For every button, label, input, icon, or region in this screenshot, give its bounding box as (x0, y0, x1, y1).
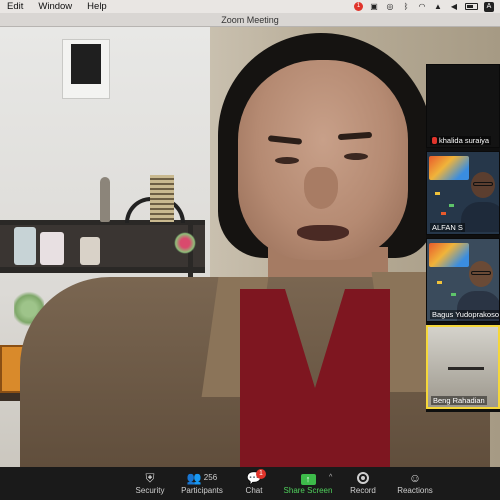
participant-tile[interactable]: ALFAN S (426, 151, 500, 235)
share-screen-label: Share Screen (283, 486, 333, 495)
share-arrow-icon: ↑ (300, 474, 316, 485)
zoom-icon[interactable]: ▣ (369, 2, 379, 11)
people-icon: 👥 (186, 471, 202, 485)
chat-unread-badge: 1 (256, 469, 266, 479)
record-button[interactable]: Record (347, 470, 379, 498)
reactions-label: Reactions (397, 486, 433, 495)
active-speaker-video[interactable] (0, 27, 500, 467)
participants-button[interactable]: 👥 256 Participants (178, 470, 226, 498)
record-icon (357, 472, 369, 484)
participant-tile[interactable]: khalida suraiya (426, 64, 500, 148)
participant-tile[interactable]: Bagus Yudoprakoso (426, 238, 500, 322)
menu-window[interactable]: Window (38, 1, 72, 12)
participant-name: khalida suraiya (439, 136, 490, 145)
mic-muted-icon (432, 137, 437, 144)
event-banner (429, 243, 469, 267)
participant-name: ALFAN S (430, 223, 465, 232)
chat-button[interactable]: 💬 1 Chat (240, 469, 268, 498)
meeting-toolbar: ⛨ Security 👥 256 Participants 💬 1 Chat ↑ … (0, 467, 500, 500)
event-banner (429, 156, 469, 180)
share-screen-button[interactable]: ↑ ^ Share Screen (282, 470, 334, 498)
battery-icon[interactable] (465, 3, 478, 10)
participant-name: Beng Rahadian (431, 396, 487, 405)
volume-icon[interactable]: ◀ (449, 2, 459, 11)
window-title: Zoom Meeting (0, 13, 500, 27)
book-stack (150, 175, 174, 222)
shield-icon: ⛨ (145, 471, 155, 485)
smiley-plus-icon: ☺ (408, 471, 422, 485)
record-label: Record (350, 486, 376, 495)
status-icons: 1 ▣ ◎ ᛒ ◠ ▲ ◀ A (354, 1, 500, 12)
menu-bar: Edit Window Help 1 ▣ ◎ ᛒ ◠ ▲ ◀ A (0, 0, 500, 13)
participants-label: Participants (181, 486, 223, 495)
chat-label: Chat (245, 486, 263, 495)
security-button[interactable]: ⛨ Security (133, 470, 167, 498)
bluetooth-icon[interactable]: ᛒ (401, 2, 411, 11)
security-label: Security (135, 486, 165, 495)
zoom-screen: Edit Window Help 1 ▣ ◎ ᛒ ◠ ▲ ◀ A Zoom Me… (0, 0, 500, 500)
menu-help[interactable]: Help (87, 1, 107, 12)
cc-icon[interactable]: ◎ (385, 2, 395, 11)
participant-name: Bagus Yudoprakoso (430, 310, 499, 319)
participant-tile-active[interactable]: Beng Rahadian (426, 325, 500, 409)
wifi-icon[interactable]: ◠ (417, 2, 427, 11)
share-options-chevron-icon[interactable]: ^ (329, 474, 332, 481)
user-icon[interactable]: A (484, 1, 494, 12)
recording-badge-icon[interactable]: 1 (354, 2, 363, 11)
airplay-icon[interactable]: ▲ (433, 2, 443, 11)
participants-count: 256 (203, 473, 218, 482)
reactions-button[interactable]: ☺ Reactions (395, 470, 435, 498)
figurine (100, 177, 110, 222)
menu-edit[interactable]: Edit (7, 1, 23, 12)
wall-speaker (62, 39, 110, 99)
participant-gallery: khalida suraiya ALFAN S Bagus Yudoprakos… (426, 64, 500, 412)
